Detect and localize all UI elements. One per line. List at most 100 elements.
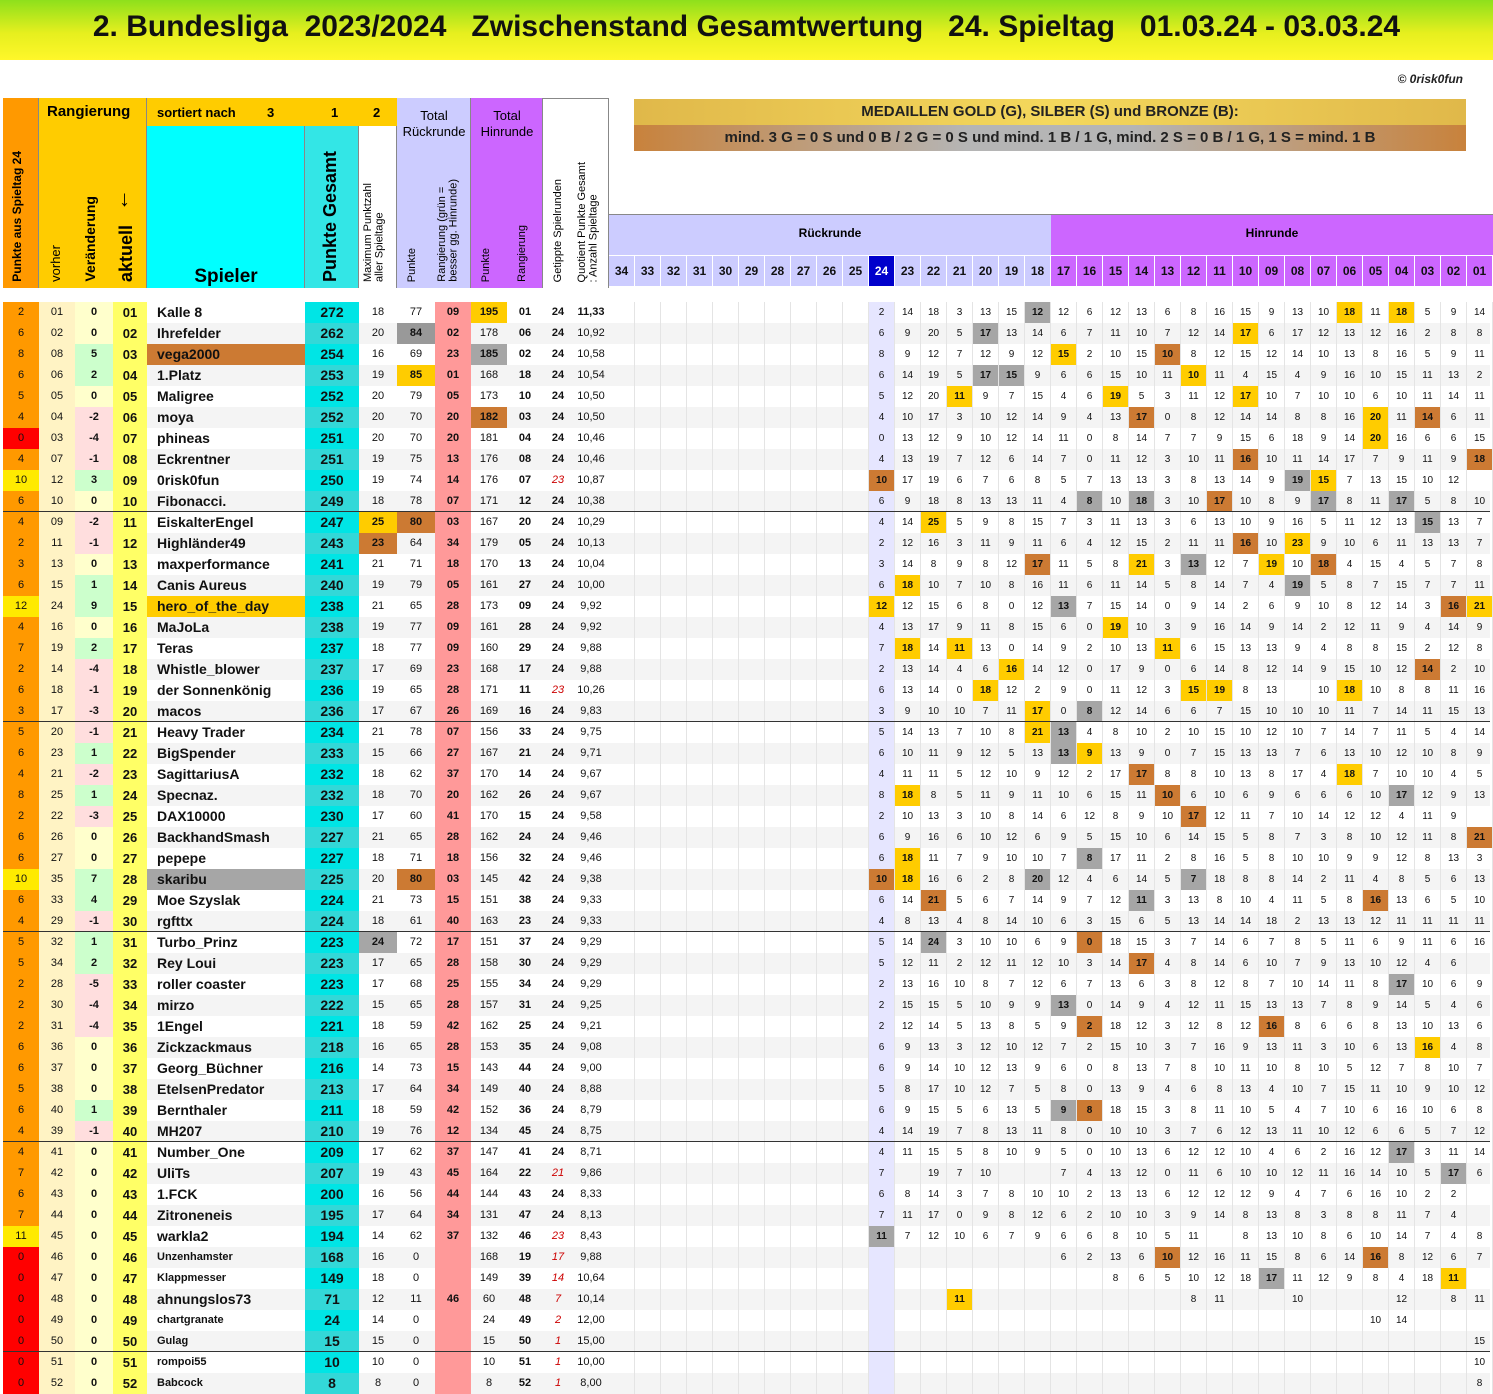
total-points: 233 [305,743,359,764]
matchday-points-07: 8 [1311,407,1337,428]
max-points: 19 [371,1125,385,1137]
matchday-points-09: 14 [1259,407,1285,428]
header-veraenderung: Veränderung [82,196,98,282]
player-name: ahnungslos73 [157,1291,252,1307]
total-points: 200 [305,1184,359,1205]
matchday-points-06: 6 [1337,1016,1363,1037]
tipped-rounds: 17 [551,1251,565,1263]
matchday-points-17: 13 [1051,596,1077,617]
matchday-points-10: 7 [1233,575,1259,596]
rank-previous: 10 [39,491,75,512]
matchday-points-25 [843,491,869,512]
matchday-points-09: 13 [1259,743,1285,764]
matchday-points-22: 13 [921,722,947,743]
matchday-points-01: 7 [1467,1058,1493,1079]
matchday-points-13: 0 [1155,1163,1181,1184]
matchday-points-29 [739,1352,765,1373]
matchday-points-29 [739,890,765,911]
matchday-points-22: 11 [921,764,947,785]
matchday-points-02: 9 [1441,449,1467,470]
matchday-points-20: 13 [973,1016,999,1037]
rr-points: 72 [409,936,423,948]
rank-change: 0 [75,1352,113,1373]
matchday-points-04: 12 [1389,743,1415,764]
table-row: 10 12 3 09 0risk0fun 250 19 74 14 176 07 23 10,87 10 1… [3,470,1493,491]
matchday-points-26 [817,806,843,827]
hr-points: 176 [479,453,499,465]
md-points: 5 [3,386,39,407]
hr-rank: 20 [518,516,532,528]
matchday-points-10: 18 [1233,1268,1259,1289]
matchday-points-02: 11 [1441,1142,1467,1163]
matchday-points-21: 3 [947,533,973,554]
matchday-points-33 [635,1226,661,1247]
matchday-points-10: 11 [1233,1058,1259,1079]
matchday-points-15: 11 [1103,680,1129,701]
matchday-points-02: 9 [1441,785,1467,806]
hr-points: 185 [471,344,507,365]
matchday-points-28 [765,1310,791,1331]
matchday-points-11: 7 [1207,701,1233,722]
matchday-points-22: 15 [921,995,947,1016]
matchday-points-13: 3 [1155,491,1181,512]
rr-rank: 28 [435,953,471,974]
matchday-points-06: 11 [1337,974,1363,995]
matchday-points-34 [609,1289,635,1310]
rank-current: 24 [113,785,147,806]
rr-points: 84 [397,323,435,344]
matchday-points-33 [635,932,661,953]
hr-points: 149 [479,1272,499,1284]
matchday-points-03 [1415,1289,1441,1310]
matchday-points-20: 6 [973,659,999,680]
matchday-points-04: 8 [1389,869,1415,890]
matchday-points-24: 4 [869,407,895,428]
rank-previous: 47 [39,1268,75,1289]
matchday-points-12: 7 [1181,869,1207,890]
matchday-points-09: 4 [1259,890,1285,911]
matchday-points-04: 12 [1389,953,1415,974]
matchday-points-32 [661,386,687,407]
matchday-points-29 [739,386,765,407]
matchday-points-29 [739,1331,765,1352]
matchday-points-19: 0 [999,596,1025,617]
matchday-points-15: 8 [1103,806,1129,827]
matchday-points-07: 7 [1311,722,1337,743]
rank-change: 0 [75,1205,113,1226]
matchday-points-16: 7 [1077,974,1103,995]
matchday-points-18: 20 [1025,869,1051,890]
matchday-points-25 [843,974,869,995]
table-row: 0 49 0 49 chartgranate 24 14 0 24 49 2 12,00 10 14 [3,1310,1493,1331]
matchday-points-04: 8 [1389,680,1415,701]
matchday-points-11: 14 [1207,953,1233,974]
matchday-points-26 [817,680,843,701]
hr-points: 171 [479,495,499,507]
matchday-points-25 [843,386,869,407]
matchday-points-31 [687,1331,713,1352]
matchday-points-22: 15 [921,1142,947,1163]
tipped-rounds: 7 [554,1293,562,1305]
matchday-points-30 [713,302,739,323]
rank-change: -4 [75,659,113,680]
table-row: 5 20 -1 21 Heavy Trader 234 21 78 07 156 33 24 9,75 5… [3,722,1493,743]
matchday-points-31 [687,701,713,722]
rr-points: 78 [409,495,423,507]
matchday-points-19 [999,1247,1025,1268]
hr-rank: 31 [518,999,532,1011]
matchday-points-27 [791,407,817,428]
hr-points: 182 [471,407,507,428]
matchday-points-19: 8 [999,617,1025,638]
matchday-points-22: 12 [921,1226,947,1247]
header-aktuell: aktuell [116,224,136,282]
matchday-points-21: 6 [947,869,973,890]
matchday-points-15: 18 [1103,932,1129,953]
total-points: 236 [305,701,359,722]
max-points: 14 [371,1230,385,1242]
matchday-points-31 [687,302,713,323]
max-points: 19 [371,579,385,591]
md-points: 5 [3,1079,39,1100]
matchday-points-06: 6 [1337,1226,1363,1247]
hr-points: 163 [479,915,499,927]
rr-rank: 14 [435,470,471,491]
matchday-points-31 [687,1037,713,1058]
matchday-points-03: 7 [1415,575,1441,596]
